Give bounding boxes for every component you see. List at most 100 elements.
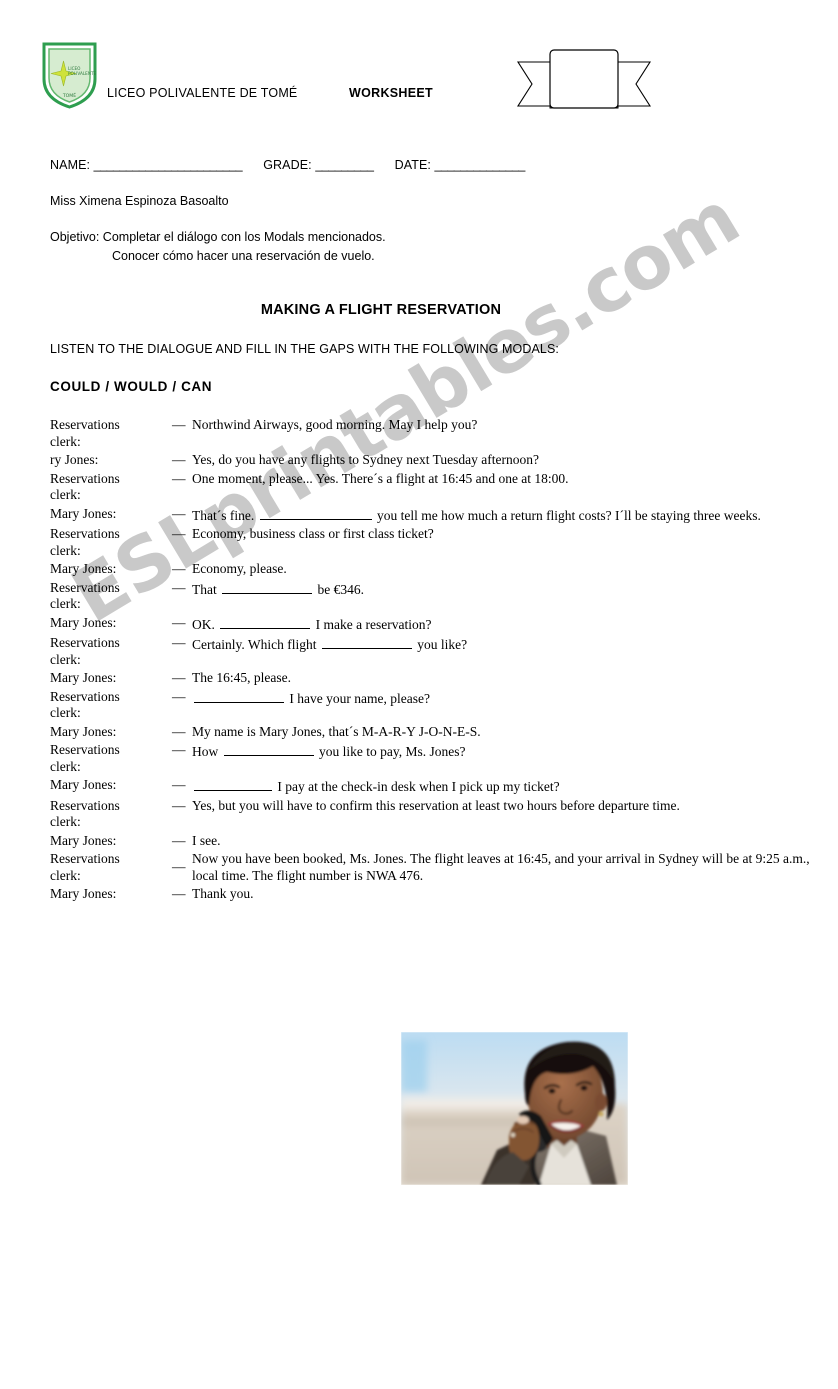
answer-blank[interactable] (194, 777, 272, 791)
dialogue-speaker-label: Mary Jones: (50, 505, 117, 521)
dialogue-speaker-label: Mary Jones: (50, 832, 117, 848)
dialogue-dash: — (172, 742, 186, 757)
answer-blank[interactable] (321, 635, 412, 649)
worksheet-page: ESLprintables.com LICEO POLIVALENTE TOMÉ… (0, 0, 838, 1389)
dialogue-dash: — (172, 505, 186, 521)
dialogue-speaker-label: Reservations clerk: (50, 742, 120, 774)
dialogue-utterance: I see. (192, 832, 221, 848)
dialogue-turn: ry Jones: — Yes, do you have any flights t… (50, 451, 838, 469)
dialogue-speaker-label: Reservations clerk: (50, 417, 120, 449)
dialogue-turn: Reservations clerk: — Certainly. Which flig… (50, 634, 838, 668)
dialogue-turn: Mary Jones: — OK. I make a reservation? (50, 614, 838, 634)
dialogue-turn: Reservations clerk: — Economy, business cla… (50, 525, 838, 559)
dialogue-list: Reservations clerk: — Northwind Airways, go… (50, 416, 838, 904)
dialogue-dash: — (172, 470, 186, 486)
dialogue-speaker-label: Reservations clerk: (50, 688, 120, 721)
instructions-text: LISTEN TO THE DIALOGUE AND FILL IN THE G… (50, 342, 559, 356)
dialogue-utterance: Certainly. Which flight you like? (192, 635, 468, 652)
dialogue-dash: — (172, 579, 186, 595)
answer-blank[interactable] (222, 580, 313, 594)
dialogue-utterance: That be €346. (192, 580, 364, 597)
grade-blank[interactable]: _________ (315, 158, 374, 172)
ribbon-banner-shape (514, 44, 654, 124)
dialogue-utterance: My name is Mary Jones, that´s M-A-R-Y J-… (192, 723, 481, 739)
school-name-label: LICEO POLIVALENTE DE TOMÉ (107, 86, 298, 100)
dialogue-turn: Reservations clerk: — Now you have been boo… (50, 850, 838, 884)
dialogue-dash: — (172, 614, 186, 630)
svg-text:POLIVALENTE: POLIVALENTE (68, 71, 97, 76)
dialogue-utterance: Now you have been booked, Ms. Jones. The… (192, 851, 810, 883)
dialogue-dash: — (172, 688, 186, 704)
dialogue-utterance: One moment, please... Yes. There´s a fli… (192, 470, 569, 486)
dialogue-utterance: That´s fine. you tell me how much a retu… (192, 506, 761, 523)
dialogue-speaker-label: Mary Jones: (50, 561, 117, 576)
dialogue-utterance: OK. I make a reservation? (192, 615, 432, 632)
dialogue-speaker-label: ry Jones: (50, 452, 99, 467)
modals-word-bank: COULD / WOULD / CAN (50, 379, 213, 394)
school-crest-icon: LICEO POLIVALENTE TOMÉ (41, 41, 98, 109)
dialogue-utterance: I have your name, please? (192, 688, 838, 708)
grade-label: GRADE: (263, 158, 312, 172)
dialogue-speaker-label: Mary Jones: (50, 670, 117, 685)
dialogue-turn: Mary Jones: — That´s fine. you tell me how… (50, 505, 838, 525)
answer-blank[interactable] (259, 506, 372, 520)
name-blank[interactable]: _______________________ (94, 158, 243, 172)
dialogue-turn: Mary Jones: — I pay at the check-in desk … (50, 776, 838, 796)
dialogue-dash: — (172, 635, 186, 650)
dialogue-dash: — (172, 797, 186, 813)
dialogue-dash: — (172, 777, 186, 792)
dialogue-speaker-label: Mary Jones: (50, 723, 117, 739)
dialogue-dash: — (172, 886, 186, 901)
dialogue-utterance: Yes, but you will have to confirm this r… (192, 797, 680, 813)
dialogue-utterance: The 16:45, please. (192, 670, 291, 685)
dialogue-turn: Mary Jones: — My name is Mary Jones, that´… (50, 723, 838, 741)
dialogue-speaker-label: Mary Jones: (50, 777, 117, 792)
dialogue-dash: — (172, 561, 186, 576)
page-title: MAKING A FLIGHT RESERVATION (260, 302, 502, 318)
dialogue-utterance: I pay at the check-in desk when I pick u… (192, 776, 838, 796)
woman-on-telephone-photo (401, 1032, 628, 1185)
dialogue-speaker-label: Mary Jones: (50, 886, 117, 901)
dialogue-turn: Reservations clerk: — Northwind Airways, go… (50, 416, 838, 450)
date-label: DATE: (394, 158, 431, 172)
dialogue-turn: Reservations clerk: — Yes, but you will hav… (50, 797, 838, 831)
dialogue-utterance: Thank you. (192, 886, 254, 901)
teacher-name: Miss Ximena Espinoza Basoalto (50, 194, 229, 208)
dialogue-speaker-label: Reservations clerk: (50, 635, 120, 667)
worksheet-title-label: WORKSHEET (349, 86, 433, 100)
dialogue-dash: — (172, 526, 186, 541)
dialogue-turn: Mary Jones: — The 16:45, please. (50, 669, 838, 687)
answer-blank[interactable] (220, 615, 311, 629)
dialogue-utterance: Economy, business class or first class t… (192, 526, 434, 541)
dialogue-speaker-label: Mary Jones: (50, 614, 117, 630)
dialogue-turn: Mary Jones: — Economy, please. (50, 560, 838, 578)
dialogue-speaker-label: Reservations clerk: (50, 470, 120, 503)
dialogue-utterance: How you like to pay, Ms. Jones? (192, 742, 466, 759)
dialogue-speaker-label: Reservations clerk: (50, 851, 120, 883)
dialogue-speaker-label: Reservations clerk: (50, 526, 120, 558)
objective-line-2: Conocer cómo hacer una reservación de vu… (112, 249, 375, 263)
student-info-line: NAME: _______________________ GRADE: ___… (50, 158, 525, 172)
dialogue-dash: — (172, 723, 186, 739)
name-label: NAME: (50, 158, 91, 172)
dialogue-dash: — (172, 417, 186, 432)
dialogue-dash: — (172, 859, 186, 874)
dialogue-speaker-label: Reservations clerk: (50, 797, 120, 830)
page-header: LICEO POLIVALENTE TOMÉ LICEO POLIVALENTE… (0, 0, 838, 140)
dialogue-utterance: Economy, please. (192, 561, 287, 576)
dialogue-speaker-label: Reservations clerk: (50, 579, 120, 612)
dialogue-turn: Reservations clerk: — How you like to pay, … (50, 741, 838, 775)
dialogue-dash: — (172, 832, 186, 848)
dialogue-turn: Mary Jones: — Thank you. (50, 885, 838, 903)
objective-line-1: Objetivo: Completar el diálogo con los M… (50, 230, 386, 244)
answer-blank[interactable] (194, 689, 284, 703)
dialogue-utterance: Yes, do you have any flights to Sydney n… (192, 452, 539, 467)
dialogue-turn: Reservations clerk: — One moment, please...… (50, 470, 838, 504)
dialogue-dash: — (172, 670, 186, 685)
date-blank[interactable]: ______________ (435, 158, 526, 172)
dialogue-turn: Mary Jones: — I see. (50, 832, 838, 850)
dialogue-turn: Reservations clerk: — That be €346. (50, 579, 838, 613)
dialogue-turn: Reservations clerk: — I have your name, pl… (50, 688, 838, 722)
dialogue-dash: — (172, 452, 186, 467)
answer-blank[interactable] (223, 742, 314, 756)
